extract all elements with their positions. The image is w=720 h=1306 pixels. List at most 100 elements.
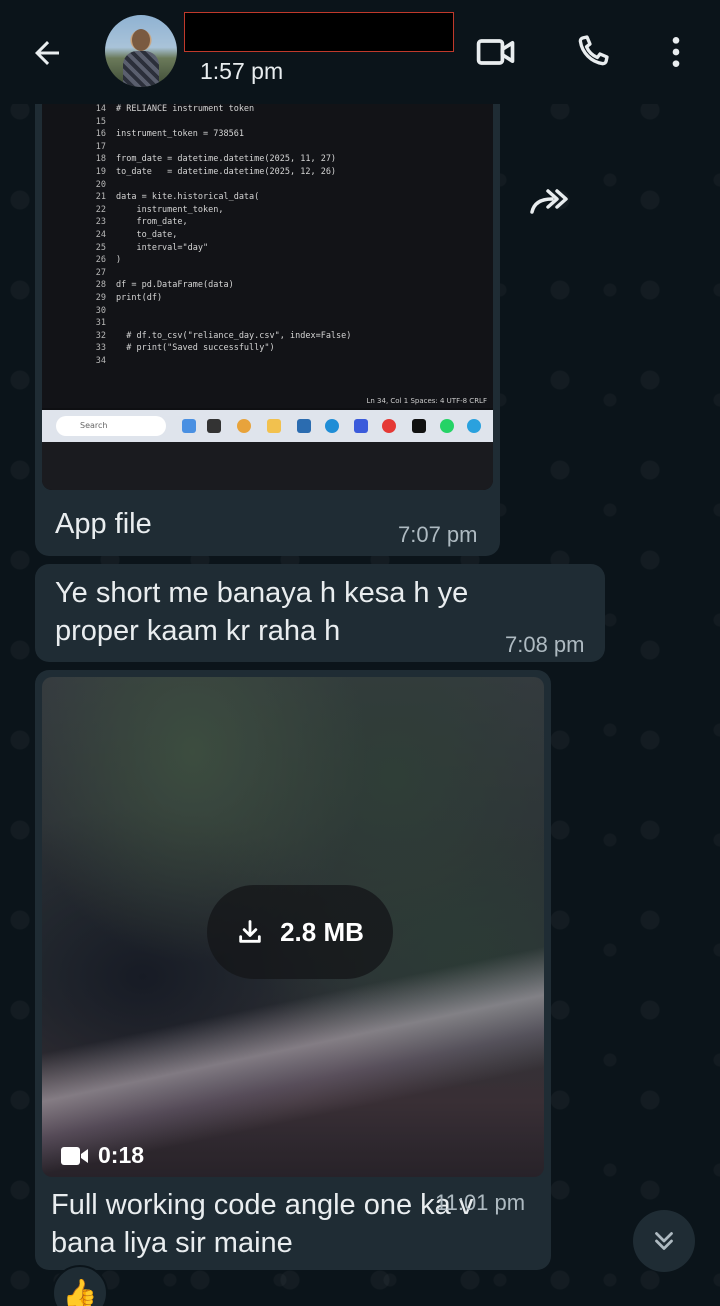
- code-line: 18 from_date = datetime.datetime(2025, 11…: [42, 154, 336, 164]
- download-button[interactable]: 2.8 MB: [207, 885, 393, 979]
- line-number: 34: [95, 356, 106, 366]
- video-info: 0:18: [60, 1142, 144, 1169]
- line-number: 32: [95, 330, 106, 341]
- line-number: 23: [95, 217, 106, 228]
- image-caption: App file: [55, 508, 152, 540]
- app-icon: [297, 419, 311, 433]
- code-text: instrument_token = 738561: [116, 129, 244, 140]
- app-icon: [237, 419, 251, 433]
- code-line: 25 interval="day": [42, 243, 208, 253]
- line-number: 31: [95, 318, 106, 329]
- line-number: 16: [95, 129, 106, 140]
- voice-call-icon: [578, 35, 609, 66]
- code-text: to_date = datetime.datetime(2025, 12, 26…: [116, 167, 337, 177]
- code-text: # print("Saved successfully"): [116, 343, 275, 354]
- code-text: instrument_token,: [116, 204, 224, 215]
- video-message[interactable]: 2.8 MB 0:18 Full working code angle one …: [35, 670, 551, 1270]
- line-number: 19: [95, 167, 106, 177]
- line-number: 24: [95, 230, 106, 240]
- text-message[interactable]: Ye short me banaya h kesa h ye proper ka…: [35, 564, 605, 662]
- app-icon: [182, 419, 196, 433]
- windows-taskbar: Search: [42, 410, 493, 442]
- more-vert-icon: [672, 37, 680, 67]
- code-text: to_date,: [116, 230, 178, 240]
- code-line: 14 # RELIANCE instrument token: [42, 104, 254, 114]
- back-arrow-icon: [35, 41, 59, 65]
- line-number: 20: [95, 179, 106, 190]
- code-line: 29 print(df): [42, 293, 162, 303]
- taskbar-search: Search: [56, 416, 166, 436]
- line-number: 26: [95, 255, 106, 266]
- code-line: 26): [42, 255, 121, 265]
- more-options-button[interactable]: [652, 28, 700, 76]
- app-icon: [354, 419, 368, 433]
- code-line: 22 instrument_token,: [42, 204, 224, 215]
- line-number: 30: [95, 305, 106, 316]
- code-line: 21 data = kite.historical_data(: [42, 192, 260, 203]
- scroll-to-bottom-button[interactable]: [633, 1210, 695, 1272]
- last-seen: 1:57 pm: [200, 58, 284, 84]
- line-number: 33: [95, 343, 106, 354]
- code-line: 16 instrument_token = 738561: [42, 129, 244, 139]
- app-icon: [412, 419, 426, 433]
- code-line: 17: [42, 142, 116, 152]
- code-line: 23 from_date,: [42, 217, 188, 227]
- line-number: 17: [95, 141, 106, 152]
- code-text: from_date = datetime.datetime(2025, 11, …: [116, 154, 337, 165]
- code-line: 19 to_date = datetime.datetime(2025, 12, …: [42, 167, 336, 177]
- edge-icon: [325, 419, 339, 433]
- code-text: from_date,: [116, 217, 188, 228]
- line-number: 18: [95, 154, 106, 165]
- back-button[interactable]: [24, 30, 70, 76]
- contact-name-redacted[interactable]: [184, 12, 454, 52]
- code-line: 34: [42, 356, 116, 366]
- video-camera-icon: [61, 1146, 88, 1165]
- video-call-icon: [476, 39, 515, 65]
- chat-header: 1:57 pm: [0, 0, 720, 104]
- code-text: interval="day": [116, 242, 209, 253]
- line-number: 14: [95, 104, 106, 114]
- folder-icon: [267, 419, 281, 433]
- telegram-icon: [467, 419, 481, 433]
- message-time: 7:08 pm: [505, 632, 585, 657]
- chrome-icon: [382, 419, 396, 433]
- code-text: # df.to_csv("reliance_day.csv", index=Fa…: [116, 330, 352, 341]
- whatsapp-icon: [440, 419, 454, 433]
- code-line: 31: [42, 318, 116, 328]
- code-line: 30: [42, 306, 116, 316]
- line-number: 21: [95, 192, 106, 203]
- code-screenshot-image[interactable]: 14 # RELIANCE instrument token 15 16 instrum…: [42, 90, 493, 490]
- video-call-button[interactable]: [472, 28, 520, 76]
- code-text: # RELIANCE instrument token: [116, 104, 255, 114]
- code-line: 33 # print("Saved successfully"): [42, 343, 275, 353]
- message-text: Ye short me banaya h kesa h ye proper ka…: [55, 577, 469, 647]
- line-number: 25: [95, 242, 106, 253]
- line-number: 29: [95, 293, 106, 303]
- code-text: data = kite.historical_data(: [116, 192, 260, 203]
- code-text: df = pd.DataFrame(data): [116, 280, 234, 291]
- code-line: 28 df = pd.DataFrame(data): [42, 280, 234, 290]
- voice-call-button[interactable]: [568, 28, 616, 76]
- double-chevron-down-icon: [655, 1232, 673, 1250]
- line-number: 27: [95, 267, 106, 278]
- image-message[interactable]: 14 # RELIANCE instrument token 15 16 instrum…: [35, 90, 500, 556]
- line-number: 15: [95, 116, 106, 127]
- app-icon: [207, 419, 221, 433]
- message-time: 11:01 pm: [435, 1190, 526, 1215]
- code-line: 27: [42, 268, 116, 278]
- code-text: print(df): [116, 293, 163, 303]
- video-thumbnail[interactable]: 2.8 MB 0:18: [42, 677, 544, 1177]
- code-text: ): [116, 255, 122, 266]
- contact-avatar[interactable]: [105, 15, 177, 87]
- code-line: 24 to_date,: [42, 230, 178, 240]
- line-number: 22: [95, 204, 106, 215]
- code-line: 15: [42, 117, 116, 127]
- editor-status-bar: Ln 34, Col 1 Spaces: 4 UTF-8 CRLF: [366, 397, 488, 405]
- forward-button[interactable]: [522, 180, 578, 226]
- forward-icon: [530, 189, 568, 214]
- download-size: 2.8 MB: [280, 916, 364, 947]
- message-time: 7:07 pm: [398, 522, 478, 547]
- code-line: 32 # df.to_csv("reliance_day.csv", index…: [42, 330, 352, 341]
- code-line: 20: [42, 180, 116, 190]
- download-icon: [239, 920, 261, 943]
